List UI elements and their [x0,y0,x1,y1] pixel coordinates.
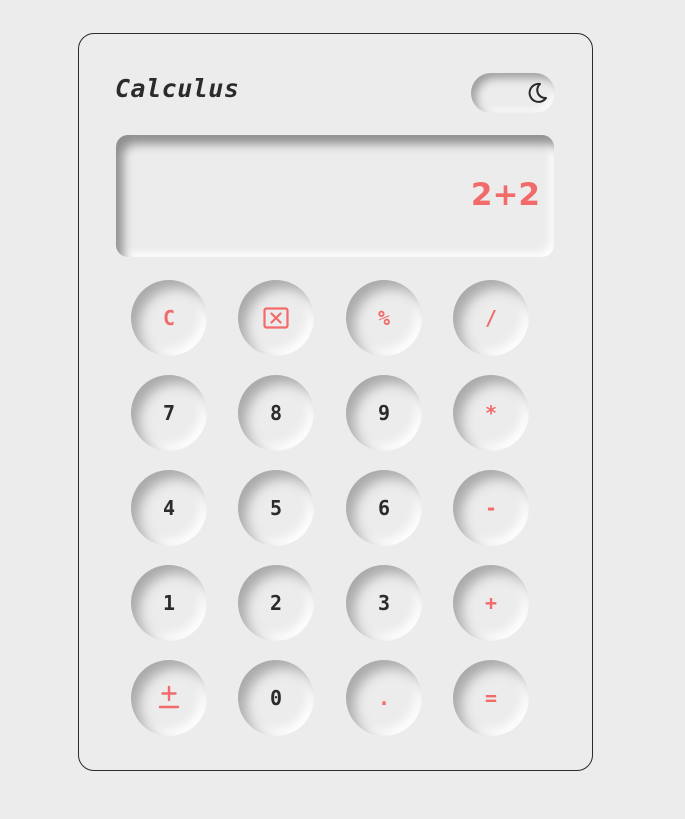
backspace-icon [263,307,289,329]
digit-6-button[interactable]: 6 [346,470,422,546]
minus-button[interactable]: - [453,470,529,546]
clear-button[interactable]: C [131,280,207,356]
plus-minus-icon [158,685,180,711]
digit-9-button[interactable]: 9 [346,375,422,451]
divide-button[interactable]: / [453,280,529,356]
digit-7-button[interactable]: 7 [131,375,207,451]
display-expression: 2+2 [470,177,540,213]
percent-button[interactable]: % [346,280,422,356]
moon-icon [524,80,550,106]
digit-5-button[interactable]: 5 [238,470,314,546]
app-title: Calculus [115,74,240,103]
digit-4-button[interactable]: 4 [131,470,207,546]
multiply-button[interactable]: * [453,375,529,451]
digit-8-button[interactable]: 8 [238,375,314,451]
backspace-button[interactable] [238,280,314,356]
digit-3-button[interactable]: 3 [346,565,422,641]
plus-button[interactable]: + [453,565,529,641]
digit-1-button[interactable]: 1 [131,565,207,641]
decimal-button[interactable]: . [346,660,422,736]
calculator: Calculus 2+2 C % / 7 8 9 * 4 5 6 - 1 2 3… [78,33,593,771]
plus-minus-button[interactable] [131,660,207,736]
digit-2-button[interactable]: 2 [238,565,314,641]
equals-button[interactable]: = [453,660,529,736]
display: 2+2 [116,135,554,257]
digit-0-button[interactable]: 0 [238,660,314,736]
theme-toggle[interactable] [471,73,555,113]
